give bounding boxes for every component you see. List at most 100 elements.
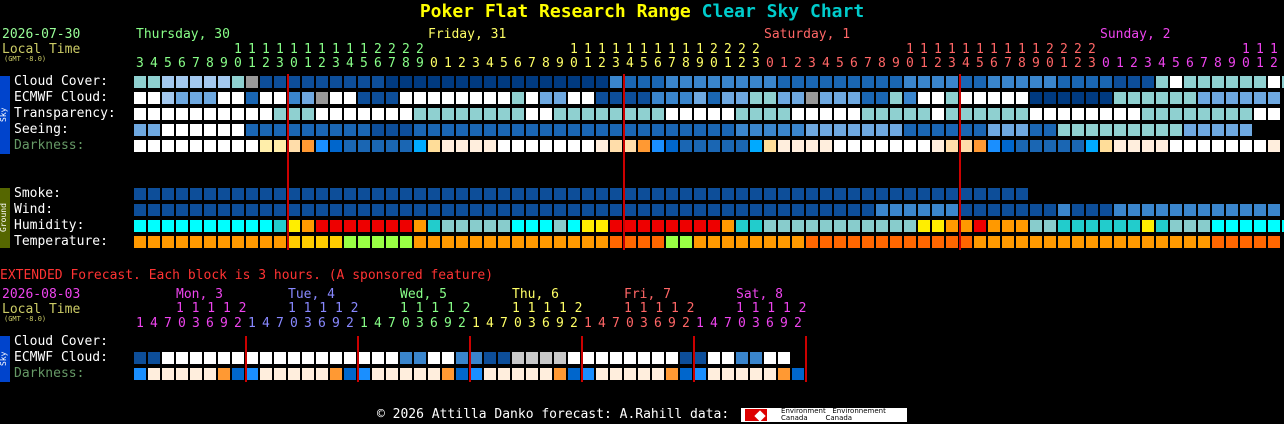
humidity-block[interactable] bbox=[274, 220, 286, 232]
seeing-block[interactable] bbox=[1170, 124, 1182, 136]
ext-darkness-block[interactable] bbox=[792, 368, 804, 380]
darkness-block[interactable] bbox=[876, 140, 888, 152]
humidity-block[interactable] bbox=[596, 220, 608, 232]
seeing-block[interactable] bbox=[960, 124, 972, 136]
ecmwf-block[interactable] bbox=[708, 92, 720, 104]
ecmwf-block[interactable] bbox=[1142, 92, 1154, 104]
wind-block[interactable] bbox=[596, 204, 608, 216]
wind-block[interactable] bbox=[722, 204, 734, 216]
wind-block[interactable] bbox=[344, 204, 356, 216]
ecmwf-block[interactable] bbox=[1114, 92, 1126, 104]
transparency-block[interactable] bbox=[400, 108, 412, 120]
temperature-block[interactable] bbox=[862, 236, 874, 248]
wind-block[interactable] bbox=[1268, 204, 1280, 216]
ext-ecmwf-block[interactable] bbox=[764, 352, 776, 364]
wind-block[interactable] bbox=[876, 204, 888, 216]
temperature-block[interactable] bbox=[1030, 236, 1042, 248]
humidity-block[interactable] bbox=[750, 220, 762, 232]
humidity-block[interactable] bbox=[1254, 220, 1266, 232]
wind-block[interactable] bbox=[1254, 204, 1266, 216]
cloud-block[interactable] bbox=[1268, 76, 1280, 88]
wind-block[interactable] bbox=[708, 204, 720, 216]
humidity-block[interactable] bbox=[806, 220, 818, 232]
temperature-block[interactable] bbox=[652, 236, 664, 248]
transparency-block[interactable] bbox=[778, 108, 790, 120]
wind-block[interactable] bbox=[1072, 204, 1084, 216]
temperature-block[interactable] bbox=[722, 236, 734, 248]
wind-block[interactable] bbox=[162, 204, 174, 216]
ecmwf-block[interactable] bbox=[1086, 92, 1098, 104]
environment-canada-logo[interactable]: Environment Environnement Canada Canada bbox=[741, 407, 908, 422]
humidity-block[interactable] bbox=[764, 220, 776, 232]
ext-darkness-block[interactable] bbox=[316, 368, 328, 380]
humidity-block[interactable] bbox=[848, 220, 860, 232]
transparency-block[interactable] bbox=[638, 108, 650, 120]
cloud-block[interactable] bbox=[386, 76, 398, 88]
wind-block[interactable] bbox=[1226, 204, 1238, 216]
seeing-block[interactable] bbox=[274, 124, 286, 136]
darkness-block[interactable] bbox=[1156, 140, 1168, 152]
humidity-block[interactable] bbox=[232, 220, 244, 232]
temperature-block[interactable] bbox=[890, 236, 902, 248]
cloud-block[interactable] bbox=[736, 76, 748, 88]
ext-darkness-block[interactable] bbox=[596, 368, 608, 380]
smoke-block[interactable] bbox=[638, 188, 650, 200]
transparency-block[interactable] bbox=[848, 108, 860, 120]
ext-ecmwf-block[interactable] bbox=[428, 352, 440, 364]
humidity-block[interactable] bbox=[1142, 220, 1154, 232]
humidity-block[interactable] bbox=[442, 220, 454, 232]
smoke-block[interactable] bbox=[288, 188, 300, 200]
seeing-block[interactable] bbox=[148, 124, 160, 136]
wind-block[interactable] bbox=[652, 204, 664, 216]
cloud-block[interactable] bbox=[1086, 76, 1098, 88]
transparency-block[interactable] bbox=[932, 108, 944, 120]
ecmwf-block[interactable] bbox=[302, 92, 314, 104]
seeing-block[interactable] bbox=[288, 124, 300, 136]
ecmwf-block[interactable] bbox=[974, 92, 986, 104]
seeing-block[interactable] bbox=[610, 124, 622, 136]
humidity-block[interactable] bbox=[148, 220, 160, 232]
ecmwf-block[interactable] bbox=[1212, 92, 1224, 104]
smoke-block[interactable] bbox=[218, 188, 230, 200]
transparency-block[interactable] bbox=[1002, 108, 1014, 120]
cloud-block[interactable] bbox=[848, 76, 860, 88]
darkness-block[interactable] bbox=[750, 140, 762, 152]
darkness-block[interactable] bbox=[1072, 140, 1084, 152]
darkness-block[interactable] bbox=[1058, 140, 1070, 152]
humidity-block[interactable] bbox=[1170, 220, 1182, 232]
humidity-block[interactable] bbox=[736, 220, 748, 232]
seeing-block[interactable] bbox=[792, 124, 804, 136]
seeing-block[interactable] bbox=[442, 124, 454, 136]
temperature-block[interactable] bbox=[414, 236, 426, 248]
temperature-block[interactable] bbox=[190, 236, 202, 248]
temperature-block[interactable] bbox=[1240, 236, 1252, 248]
temperature-block[interactable] bbox=[946, 236, 958, 248]
darkness-block[interactable] bbox=[134, 140, 146, 152]
smoke-block[interactable] bbox=[582, 188, 594, 200]
smoke-block[interactable] bbox=[330, 188, 342, 200]
temperature-block[interactable] bbox=[330, 236, 342, 248]
smoke-block[interactable] bbox=[946, 188, 958, 200]
ext-darkness-block[interactable] bbox=[428, 368, 440, 380]
cloud-block[interactable] bbox=[750, 76, 762, 88]
ext-darkness-block[interactable] bbox=[400, 368, 412, 380]
ext-darkness-block[interactable] bbox=[582, 368, 594, 380]
wind-block[interactable] bbox=[246, 204, 258, 216]
ecmwf-block[interactable] bbox=[372, 92, 384, 104]
ext-darkness-block[interactable] bbox=[778, 368, 790, 380]
transparency-block[interactable] bbox=[974, 108, 986, 120]
ext-darkness-block[interactable] bbox=[386, 368, 398, 380]
temperature-block[interactable] bbox=[218, 236, 230, 248]
ext-darkness-block[interactable] bbox=[232, 368, 244, 380]
ecmwf-block[interactable] bbox=[666, 92, 678, 104]
transparency-block[interactable] bbox=[1072, 108, 1084, 120]
wind-block[interactable] bbox=[414, 204, 426, 216]
ext-darkness-block[interactable] bbox=[330, 368, 342, 380]
smoke-block[interactable] bbox=[610, 188, 622, 200]
ecmwf-block[interactable] bbox=[960, 92, 972, 104]
smoke-block[interactable] bbox=[260, 188, 272, 200]
wind-block[interactable] bbox=[358, 204, 370, 216]
wind-block[interactable] bbox=[918, 204, 930, 216]
temperature-block[interactable] bbox=[246, 236, 258, 248]
ecmwf-block[interactable] bbox=[414, 92, 426, 104]
